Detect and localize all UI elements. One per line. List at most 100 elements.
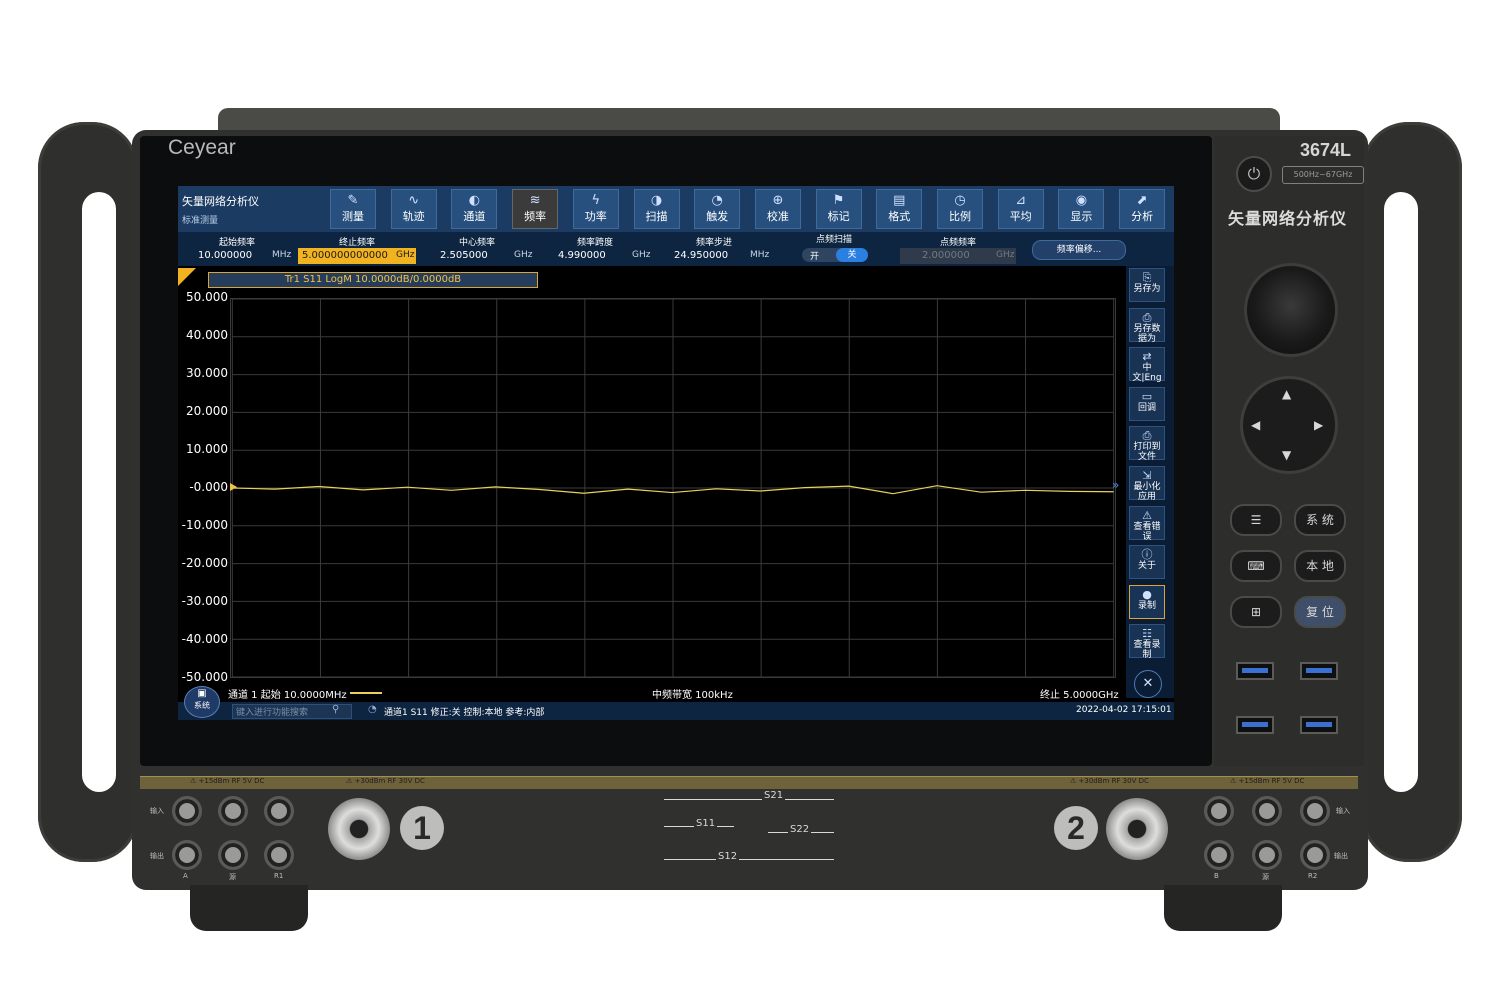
connector	[172, 796, 202, 826]
trigger-icon: ◔	[711, 193, 723, 208]
connector	[1300, 796, 1330, 826]
center-freq-label: 中心频率	[458, 238, 495, 248]
expand-panel-icon[interactable]: »	[1112, 478, 1119, 492]
y-tick-label: 50.000	[186, 290, 228, 304]
toolbar-button-label: 显示	[1070, 210, 1093, 223]
cw-sweep-field[interactable]: 点频扫描 开 关	[774, 232, 894, 266]
view-record-icon: ☷	[1142, 627, 1152, 641]
softkey-print[interactable]: ⎙ 打印到文件	[1129, 426, 1165, 463]
connector	[264, 840, 294, 870]
rotary-knob[interactable]	[1244, 263, 1338, 357]
toolbar-button-power-level[interactable]: ϟ 功率	[572, 189, 619, 229]
freq-offset-button[interactable]: 频率偏移...	[1032, 240, 1126, 260]
reset-button[interactable]: 复 位	[1294, 596, 1346, 628]
y-tick-label: 40.000	[186, 328, 228, 342]
toolbar-button-average[interactable]: ⊿ 平均	[997, 189, 1044, 229]
label-r2: R2	[1308, 872, 1318, 880]
y-tick-label: -50.000	[181, 670, 228, 684]
toolbar-button-scale[interactable]: ◷ 比例	[937, 189, 983, 229]
softkey-language[interactable]: ⇄ 中文|Eng	[1129, 347, 1165, 383]
start-freq-field[interactable]: 起始频率 10.000000 MHz	[178, 232, 296, 266]
status-info-icon: ◔	[368, 704, 377, 715]
toolbar-button-label: 标记	[827, 210, 850, 223]
toolbar-button-label: 触发	[706, 210, 729, 223]
span-freq-value: 4.990000	[558, 250, 606, 261]
softkey-label: 另存为	[1133, 284, 1161, 294]
stop-freq-field[interactable]: 终止频率 5.000000000000 GHz	[296, 232, 418, 266]
model-number: 3674L	[1300, 140, 1352, 160]
search-icon[interactable]: ⚲	[332, 704, 339, 715]
cw-sweep-toggle[interactable]: 开 关	[802, 248, 868, 262]
port-1-number: 1	[400, 806, 444, 850]
softkey-save-data[interactable]: ⎙ 另存数据为	[1129, 307, 1165, 344]
softkey-label: 关于	[1137, 561, 1156, 572]
trace-label[interactable]: Tr1 S11 LogM 10.0000dB/0.0000dB	[208, 272, 538, 288]
toolbar-button-sweep[interactable]: ◑ 扫描	[633, 189, 680, 229]
windows-logo-icon: ⊞	[1250, 605, 1262, 619]
system-button[interactable]: 系 统	[1294, 504, 1346, 536]
arrow-up-icon[interactable]: ▲	[1282, 387, 1291, 401]
toolbar-button-label: 通道	[463, 210, 486, 223]
softkey-error[interactable]: ⚠ 查看错误	[1129, 505, 1165, 542]
format-icon: ▤	[893, 193, 906, 208]
softkey-save-as[interactable]: ⎘ 另存为	[1129, 268, 1165, 302]
right-foot	[1164, 885, 1282, 931]
windows-button[interactable]: ⊞	[1230, 596, 1282, 628]
direction-pad[interactable]: ▲ ◀ ▶ ▼	[1240, 376, 1338, 474]
toolbar-button-frequency[interactable]: ≋ 频率	[512, 189, 559, 229]
search-placeholder: 键入进行功能搜索	[236, 708, 309, 718]
keyboard-button[interactable]: ⌨	[1230, 550, 1282, 582]
toolbar-button-label: 轨迹	[402, 210, 425, 223]
cw-freq-value: 2.000000	[922, 250, 970, 261]
step-freq-value: 24.950000	[674, 250, 729, 261]
error-icon: ⚠	[1142, 508, 1152, 522]
average-icon: ⊿	[1015, 193, 1027, 208]
span-freq-field[interactable]: 频率跨度 4.990000 GHz	[536, 232, 654, 266]
toolbar-button-calibration[interactable]: ⊕ 校准	[754, 189, 801, 229]
softkey-label: 打印到文件	[1133, 442, 1161, 463]
step-freq-field[interactable]: 频率步进 24.950000 MHz	[654, 232, 774, 266]
system-softkey[interactable]: ▣ 系统	[184, 686, 220, 718]
softkey-label: 回调	[1137, 402, 1156, 413]
softkey-label: 最小化应用	[1133, 482, 1161, 502]
main-toolbar: 矢量网络分析仪 标准测量 ✎ 测量 ∿ 轨迹 ◐ 通道 ≋ 频率 ϟ 功率 ◑ 扫描 ◔ 触发 ⊕ 校准 ⚑ 标记…	[178, 186, 1174, 232]
toolbar-button-display[interactable]: ◉ 显示	[1058, 189, 1105, 229]
arrow-left-icon[interactable]: ◀	[1251, 418, 1260, 432]
label-a: A	[183, 872, 188, 880]
frequency-bar: 起始频率 10.000000 MHz 终止频率 5.000000000000 G…	[178, 232, 1174, 266]
warning-strip	[140, 776, 1358, 789]
toolbar-button-ruler[interactable]: ✎ 测量	[330, 189, 376, 229]
stop-freq-text: 终止 5.0000GHz	[1040, 690, 1119, 701]
s11-label: S11	[694, 818, 718, 829]
y-tick-label: -10.000	[181, 518, 228, 532]
toolbar-button-channel[interactable]: ◐ 通道	[451, 189, 498, 229]
toolbar-button-trigger[interactable]: ◔ 触发	[694, 189, 741, 229]
toolbar-button-label: 格式	[888, 210, 911, 223]
ifbw-text: 中频带宽 100kHz	[652, 690, 733, 701]
label-r1: R1	[274, 872, 284, 880]
trace-plot	[230, 298, 1116, 678]
usb-port	[1236, 716, 1274, 734]
softkey-info[interactable]: ⓘ 关于	[1129, 545, 1165, 580]
port-2-connector	[1106, 798, 1168, 860]
menu-button[interactable]: ☰	[1230, 504, 1282, 536]
sweep-icon: ◑	[650, 193, 663, 208]
cw-sweep-label: 点频扫描	[815, 235, 852, 245]
softkey-recall[interactable]: ▭ 回调	[1129, 386, 1165, 421]
power-icon[interactable]: ⏻	[1236, 156, 1272, 192]
local-button[interactable]: 本 地	[1294, 550, 1346, 582]
toolbar-button-format[interactable]: ▤ 格式	[876, 189, 923, 229]
toolbar-button-analysis[interactable]: ⬈ 分析	[1119, 189, 1166, 229]
center-freq-field[interactable]: 中心频率 2.505000 GHz	[418, 232, 536, 266]
softkey-record[interactable]: ● 录制	[1129, 584, 1165, 619]
power-level-icon: ϟ	[591, 193, 601, 208]
toolbar-button-marker[interactable]: ⚑ 标记	[815, 189, 862, 229]
softkey-minimize[interactable]: ⇲ 最小化应用	[1129, 466, 1165, 502]
softkey-view-record[interactable]: ☷ 查看录制	[1129, 624, 1165, 660]
arrow-down-icon[interactable]: ▼	[1282, 448, 1291, 462]
toolbar-button-trace[interactable]: ∿ 轨迹	[390, 189, 437, 229]
arrow-right-icon[interactable]: ▶	[1314, 418, 1323, 432]
step-freq-label: 频率步进	[695, 238, 732, 248]
usb-port	[1300, 716, 1338, 734]
center-freq-value: 2.505000	[440, 250, 488, 261]
